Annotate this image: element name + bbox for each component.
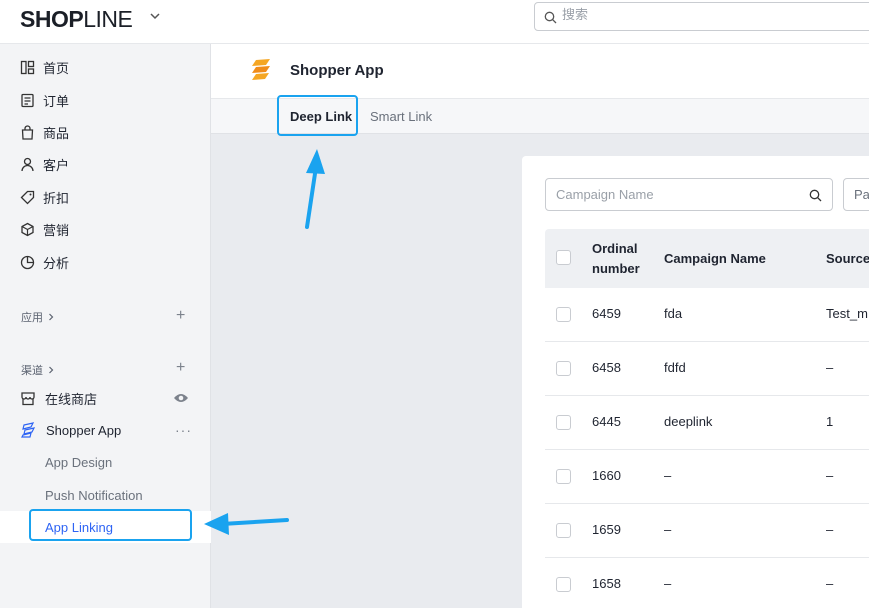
cell-ordinal: 6459 bbox=[592, 306, 621, 321]
sidebar-item-products[interactable]: 商品 bbox=[20, 121, 69, 143]
orders-icon bbox=[21, 93, 34, 107]
sidebar-item-label: 客户 bbox=[43, 157, 70, 173]
discount-icon bbox=[20, 190, 35, 204]
customers-icon bbox=[21, 157, 34, 171]
cell-ordinal: 6445 bbox=[592, 414, 621, 429]
search-icon bbox=[544, 11, 557, 24]
sidebar-item-discounts[interactable]: 折扣 bbox=[20, 186, 69, 208]
cell-campaign: – bbox=[664, 576, 672, 591]
sidebar-item-label: 折扣 bbox=[43, 190, 70, 206]
shopper-app-icon bbox=[21, 422, 36, 438]
annotation-highlight-app-linking bbox=[29, 509, 192, 541]
table-row[interactable]: 1658 – – bbox=[545, 558, 869, 608]
chevron-right-icon bbox=[49, 366, 54, 374]
sidebar-item-push-notification[interactable]: Push Notification bbox=[45, 488, 143, 503]
sidebar-item-online-store[interactable]: 在线商店 bbox=[20, 387, 97, 409]
sidebar-item-label: 订单 bbox=[43, 93, 70, 109]
row-checkbox[interactable] bbox=[556, 577, 571, 592]
annotation-highlight-deep-link bbox=[277, 95, 358, 136]
sidebar-item-label: 分析 bbox=[43, 255, 70, 271]
cell-campaign: fdfd bbox=[664, 360, 686, 375]
campaign-name-search[interactable] bbox=[545, 178, 833, 211]
shopper-app-label: Shopper App bbox=[46, 422, 122, 438]
secondary-filter-text: Pa bbox=[854, 187, 869, 202]
row-checkbox[interactable] bbox=[556, 415, 571, 430]
marketing-icon bbox=[21, 222, 34, 236]
cell-source: – bbox=[826, 522, 834, 537]
cell-campaign: – bbox=[664, 522, 672, 537]
row-checkbox[interactable] bbox=[556, 361, 571, 376]
select-all-checkbox[interactable] bbox=[556, 250, 571, 265]
secondary-filter[interactable]: Pa bbox=[843, 178, 869, 211]
sidebar-item-analytics[interactable]: 分析 bbox=[20, 251, 69, 273]
sidebar-item-orders[interactable]: 订单 bbox=[20, 89, 69, 111]
row-checkbox[interactable] bbox=[556, 307, 571, 322]
cell-campaign: fda bbox=[664, 306, 683, 321]
annotation-arrow-left bbox=[204, 513, 289, 535]
apps-section-label[interactable]: 应用 bbox=[21, 309, 56, 325]
products-icon bbox=[21, 124, 34, 140]
cell-ordinal: 6458 bbox=[592, 360, 621, 375]
sidebar-item-label: 商品 bbox=[43, 125, 70, 141]
store-icon bbox=[21, 391, 35, 405]
table-row[interactable]: 1660 – – bbox=[545, 450, 869, 504]
column-header-ordinal[interactable]: Ordinal number bbox=[592, 239, 640, 279]
cell-campaign: – bbox=[664, 468, 672, 483]
home-icon bbox=[20, 60, 35, 74]
analytics-icon bbox=[20, 255, 35, 269]
page-title: Shopper App bbox=[290, 62, 384, 79]
search-icon[interactable] bbox=[809, 189, 822, 202]
shopper-app-logo-icon bbox=[252, 59, 270, 80]
more-icon[interactable]: ··· bbox=[175, 422, 192, 438]
sidebar-item-customers[interactable]: 客户 bbox=[20, 153, 69, 175]
search-input[interactable] bbox=[562, 7, 862, 22]
annotation-arrow-up bbox=[305, 149, 325, 229]
table-header: Ordinal number Campaign Name Source bbox=[545, 229, 869, 288]
channels-section-label[interactable]: 渠道 bbox=[21, 362, 56, 378]
sidebar-item-label: 首页 bbox=[43, 60, 70, 76]
top-bar: SHOPLINE bbox=[0, 0, 869, 44]
cell-source: – bbox=[826, 576, 834, 591]
cell-campaign: deeplink bbox=[664, 414, 713, 429]
page-header: Shopper App bbox=[211, 44, 869, 99]
cell-ordinal: 1659 bbox=[592, 522, 621, 537]
column-header-source[interactable]: Source bbox=[826, 249, 869, 269]
cell-source: – bbox=[826, 468, 834, 483]
sidebar-item-app-design[interactable]: App Design bbox=[45, 455, 112, 470]
sidebar-item-label: 营销 bbox=[43, 222, 70, 238]
global-search[interactable] bbox=[534, 2, 869, 31]
sidebar-item-home[interactable]: 首页 bbox=[20, 56, 69, 78]
cell-ordinal: 1660 bbox=[592, 468, 621, 483]
add-channel-plus-icon[interactable]: + bbox=[176, 360, 185, 376]
sidebar-item-shopper-app[interactable]: Shopper App bbox=[20, 419, 121, 441]
chevron-down-icon[interactable] bbox=[148, 9, 162, 23]
eye-icon[interactable] bbox=[173, 392, 189, 404]
cell-source: Test_m bbox=[826, 306, 868, 321]
table-row[interactable]: 6459 fda Test_m bbox=[545, 288, 869, 342]
cell-source: 1 bbox=[826, 414, 834, 429]
chevron-right-icon bbox=[49, 313, 54, 321]
online-store-label: 在线商店 bbox=[45, 391, 98, 407]
shopline-logo[interactable]: SHOPLINE bbox=[20, 6, 133, 33]
add-app-plus-icon[interactable]: + bbox=[176, 308, 185, 324]
table-row[interactable]: 1659 – – bbox=[545, 504, 869, 558]
cell-ordinal: 1658 bbox=[592, 576, 621, 591]
row-checkbox[interactable] bbox=[556, 523, 571, 538]
table-row[interactable]: 6445 deeplink 1 bbox=[545, 396, 869, 450]
row-checkbox[interactable] bbox=[556, 469, 571, 484]
cell-source: – bbox=[826, 360, 834, 375]
table-row[interactable]: 6458 fdfd – bbox=[545, 342, 869, 396]
sidebar-item-marketing[interactable]: 营销 bbox=[20, 218, 69, 240]
campaign-name-input[interactable] bbox=[556, 187, 796, 202]
column-header-campaign[interactable]: Campaign Name bbox=[664, 249, 766, 269]
tab-smart-link[interactable]: Smart Link bbox=[370, 109, 432, 124]
